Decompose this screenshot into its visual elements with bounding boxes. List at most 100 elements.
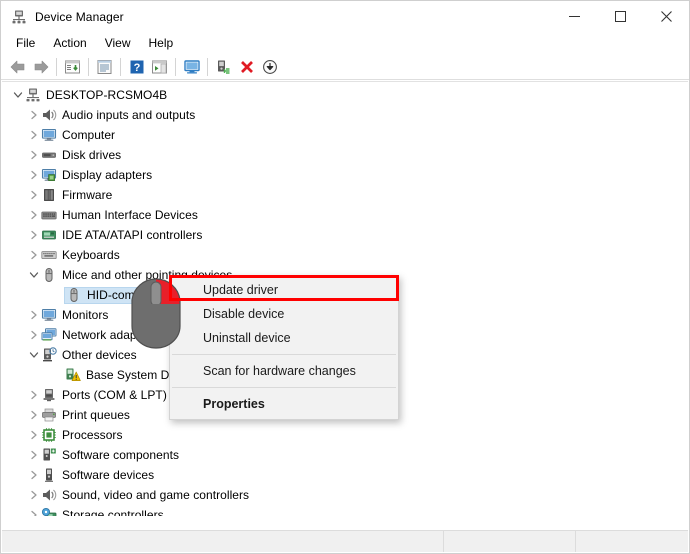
scan-hardware-changes-button[interactable] — [212, 56, 235, 78]
storage-controller-icon — [41, 507, 57, 516]
context-menu-separator — [172, 387, 396, 388]
firmware-icon — [41, 187, 57, 203]
chevron-right-icon[interactable] — [26, 145, 41, 165]
tree-node-software-components[interactable]: Software components — [2, 445, 688, 465]
device-manager-icon — [11, 9, 27, 25]
chevron-right-icon[interactable] — [26, 485, 41, 505]
tree-node-computer[interactable]: Computer — [2, 125, 688, 145]
window-title: Device Manager — [35, 10, 124, 24]
chevron-right-icon[interactable] — [26, 205, 41, 225]
unknown-device-warning-icon — [65, 367, 81, 383]
chevron-right-icon[interactable] — [26, 185, 41, 205]
tree-node-label: Processors — [62, 428, 123, 442]
tree-node-label: Display adapters — [62, 168, 152, 182]
tree-node-content: Print queues — [41, 407, 130, 423]
chevron-right-icon[interactable] — [26, 325, 41, 345]
chevron-right-icon[interactable] — [26, 165, 41, 185]
tree-node-audio-inputs-and-outputs[interactable]: Audio inputs and outputs — [2, 105, 688, 125]
context-menu-update-driver[interactable]: Update driver — [170, 278, 398, 302]
display-adapter-icon — [41, 167, 57, 183]
tree-node-ide-ata-atapi-controllers[interactable]: IDE ATA/ATAPI controllers — [2, 225, 688, 245]
menu-help[interactable]: Help — [140, 34, 183, 52]
tree-node-label: Ports (COM & LPT) — [62, 388, 167, 402]
chevron-down-icon[interactable] — [10, 85, 25, 105]
svg-text:?: ? — [133, 62, 140, 74]
tree-node-label: DESKTOP-RCSMO4B — [46, 88, 167, 102]
tree-node-content: Keyboards — [41, 247, 120, 263]
port-icon — [41, 387, 57, 403]
console-tree-button[interactable] — [61, 56, 84, 78]
tree-node-display-adapters[interactable]: Display adapters — [2, 165, 688, 185]
context-menu[interactable]: Update driverDisable deviceUninstall dev… — [169, 275, 399, 420]
uninstall-device-button[interactable] — [235, 56, 258, 78]
disable-device-button[interactable] — [258, 56, 281, 78]
menu-action[interactable]: Action — [44, 34, 95, 52]
tree-node-label: Firmware — [62, 188, 112, 202]
tree-node-software-devices[interactable]: Software devices — [2, 465, 688, 485]
close-button[interactable] — [643, 1, 689, 32]
tree-node-desktop-rcsmo4b[interactable]: DESKTOP-RCSMO4B — [2, 85, 688, 105]
chevron-down-icon[interactable] — [26, 265, 41, 285]
twisty-spacer — [50, 365, 65, 385]
maximize-button[interactable] — [597, 1, 643, 32]
toolbar-separator — [175, 58, 176, 76]
toolbar-separator — [207, 58, 208, 76]
tree-node-label: Software devices — [62, 468, 154, 482]
tree-node-content: Other devices — [41, 347, 137, 363]
chevron-right-icon[interactable] — [26, 225, 41, 245]
help-button[interactable]: ? — [125, 56, 148, 78]
tree-node-content: IDE ATA/ATAPI controllers — [41, 227, 202, 243]
chevron-right-icon[interactable] — [26, 445, 41, 465]
status-bar — [2, 530, 688, 552]
forward-button[interactable] — [29, 56, 52, 78]
monitor-icon — [41, 307, 57, 323]
status-pane-tertiary — [576, 531, 688, 552]
chevron-right-icon[interactable] — [26, 125, 41, 145]
context-menu-scan-for-hardware-changes[interactable]: Scan for hardware changes — [170, 359, 398, 383]
context-menu-disable-device[interactable]: Disable device — [170, 302, 398, 326]
tree-node-label: Other devices — [62, 348, 137, 362]
context-menu-uninstall-device[interactable]: Uninstall device — [170, 326, 398, 350]
monitor-icon — [41, 127, 57, 143]
menu-view[interactable]: View — [96, 34, 140, 52]
tree-node-label: Keyboards — [62, 248, 120, 262]
tree-node-firmware[interactable]: Firmware — [2, 185, 688, 205]
chevron-right-icon[interactable] — [26, 245, 41, 265]
tree-node-content: Sound, video and game controllers — [41, 487, 249, 503]
tree-node-storage-controllers[interactable]: Storage controllers — [2, 505, 688, 516]
chevron-right-icon[interactable] — [26, 505, 41, 516]
chevron-right-icon[interactable] — [26, 405, 41, 425]
processor-icon — [41, 427, 57, 443]
tree-node-label: Human Interface Devices — [62, 208, 198, 222]
menu-bar: File Action View Help — [1, 32, 689, 54]
other-devices-icon — [41, 347, 57, 363]
chevron-down-icon[interactable] — [26, 345, 41, 365]
action-pane-button[interactable] — [148, 56, 171, 78]
tree-node-processors[interactable]: Processors — [2, 425, 688, 445]
tree-node-human-interface-devices[interactable]: Human Interface Devices — [2, 205, 688, 225]
tree-node-sound-video-and-game-controllers[interactable]: Sound, video and game controllers — [2, 485, 688, 505]
back-button[interactable] — [6, 56, 29, 78]
tree-node-content: Human Interface Devices — [41, 207, 198, 223]
right-click-mouse-illustration — [128, 278, 184, 350]
update-driver-button[interactable] — [180, 56, 203, 78]
speaker-icon — [41, 487, 57, 503]
chevron-right-icon[interactable] — [26, 105, 41, 125]
mouse-icon — [66, 287, 82, 303]
tree-node-disk-drives[interactable]: Disk drives — [2, 145, 688, 165]
title-bar: Device Manager — [1, 1, 689, 32]
tree-node-content: Audio inputs and outputs — [41, 107, 195, 123]
software-component-icon — [41, 447, 57, 463]
toolbar-separator — [120, 58, 121, 76]
minimize-button[interactable] — [551, 1, 597, 32]
context-menu-properties[interactable]: Properties — [170, 392, 398, 416]
chevron-right-icon[interactable] — [26, 305, 41, 325]
chevron-right-icon[interactable] — [26, 465, 41, 485]
tree-node-content: Software components — [41, 447, 179, 463]
context-menu-separator — [172, 354, 396, 355]
chevron-right-icon[interactable] — [26, 425, 41, 445]
tree-node-keyboards[interactable]: Keyboards — [2, 245, 688, 265]
properties-button[interactable] — [93, 56, 116, 78]
menu-file[interactable]: File — [7, 34, 44, 52]
chevron-right-icon[interactable] — [26, 385, 41, 405]
